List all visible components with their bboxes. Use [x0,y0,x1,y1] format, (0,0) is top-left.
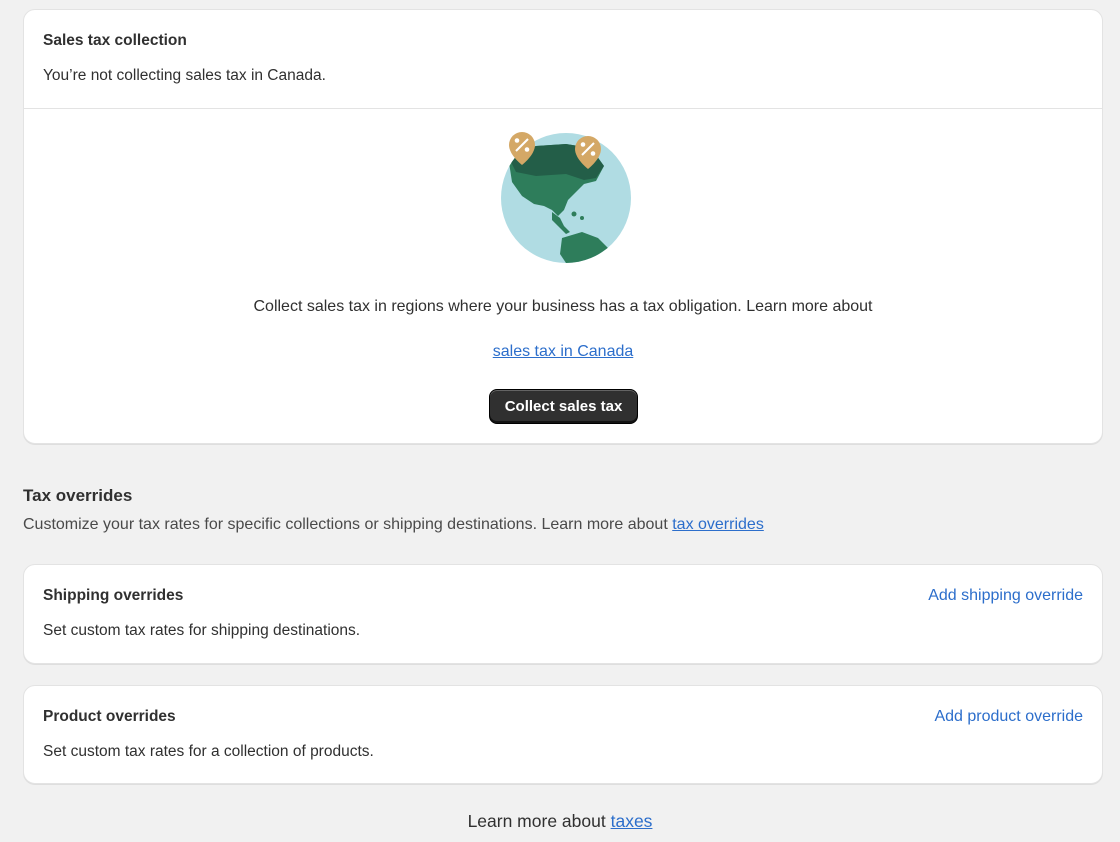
shipping-overrides-card: Shipping overrides Set custom tax rates … [23,564,1103,664]
add-shipping-override-button[interactable]: Add shipping override [928,587,1083,605]
sales-tax-status: You’re not collecting sales tax in Canad… [43,67,326,84]
globe-tax-icon [496,126,636,266]
sales-tax-card: Sales tax collection You’re not collecti… [23,9,1103,444]
sales-tax-title: Sales tax collection [43,32,187,49]
taxes-settings-page: Sales tax collection You’re not collecti… [0,0,1120,842]
product-overrides-title: Product overrides [43,708,176,725]
tax-overrides-title: Tax overrides [23,486,133,505]
footer-learn-more: Learn more about taxes [0,811,1120,832]
shipping-overrides-title: Shipping overrides [43,587,184,604]
product-overrides-text: Set custom tax rates for a collection of… [43,743,374,760]
product-overrides-card: Product overrides Set custom tax rates f… [23,685,1103,784]
tax-overrides-description-text: Customize your tax rates for specific co… [23,516,668,533]
sales-tax-canada-link[interactable]: sales tax in Canada [493,343,634,360]
empty-state-text: Collect sales tax in regions where your … [253,298,873,315]
tax-overrides-link[interactable]: tax overrides [672,516,764,533]
card-divider [24,108,1102,109]
add-product-override-button[interactable]: Add product override [934,708,1083,726]
taxes-link[interactable]: taxes [611,811,653,831]
collect-sales-tax-button[interactable]: Collect sales tax [489,389,638,424]
shipping-overrides-text: Set custom tax rates for shipping destin… [43,622,361,639]
footer-text: Learn more about [467,811,606,831]
tax-overrides-description: Customize your tax rates for specific co… [23,516,764,534]
empty-state-link-row: sales tax in Canada [24,343,1102,361]
